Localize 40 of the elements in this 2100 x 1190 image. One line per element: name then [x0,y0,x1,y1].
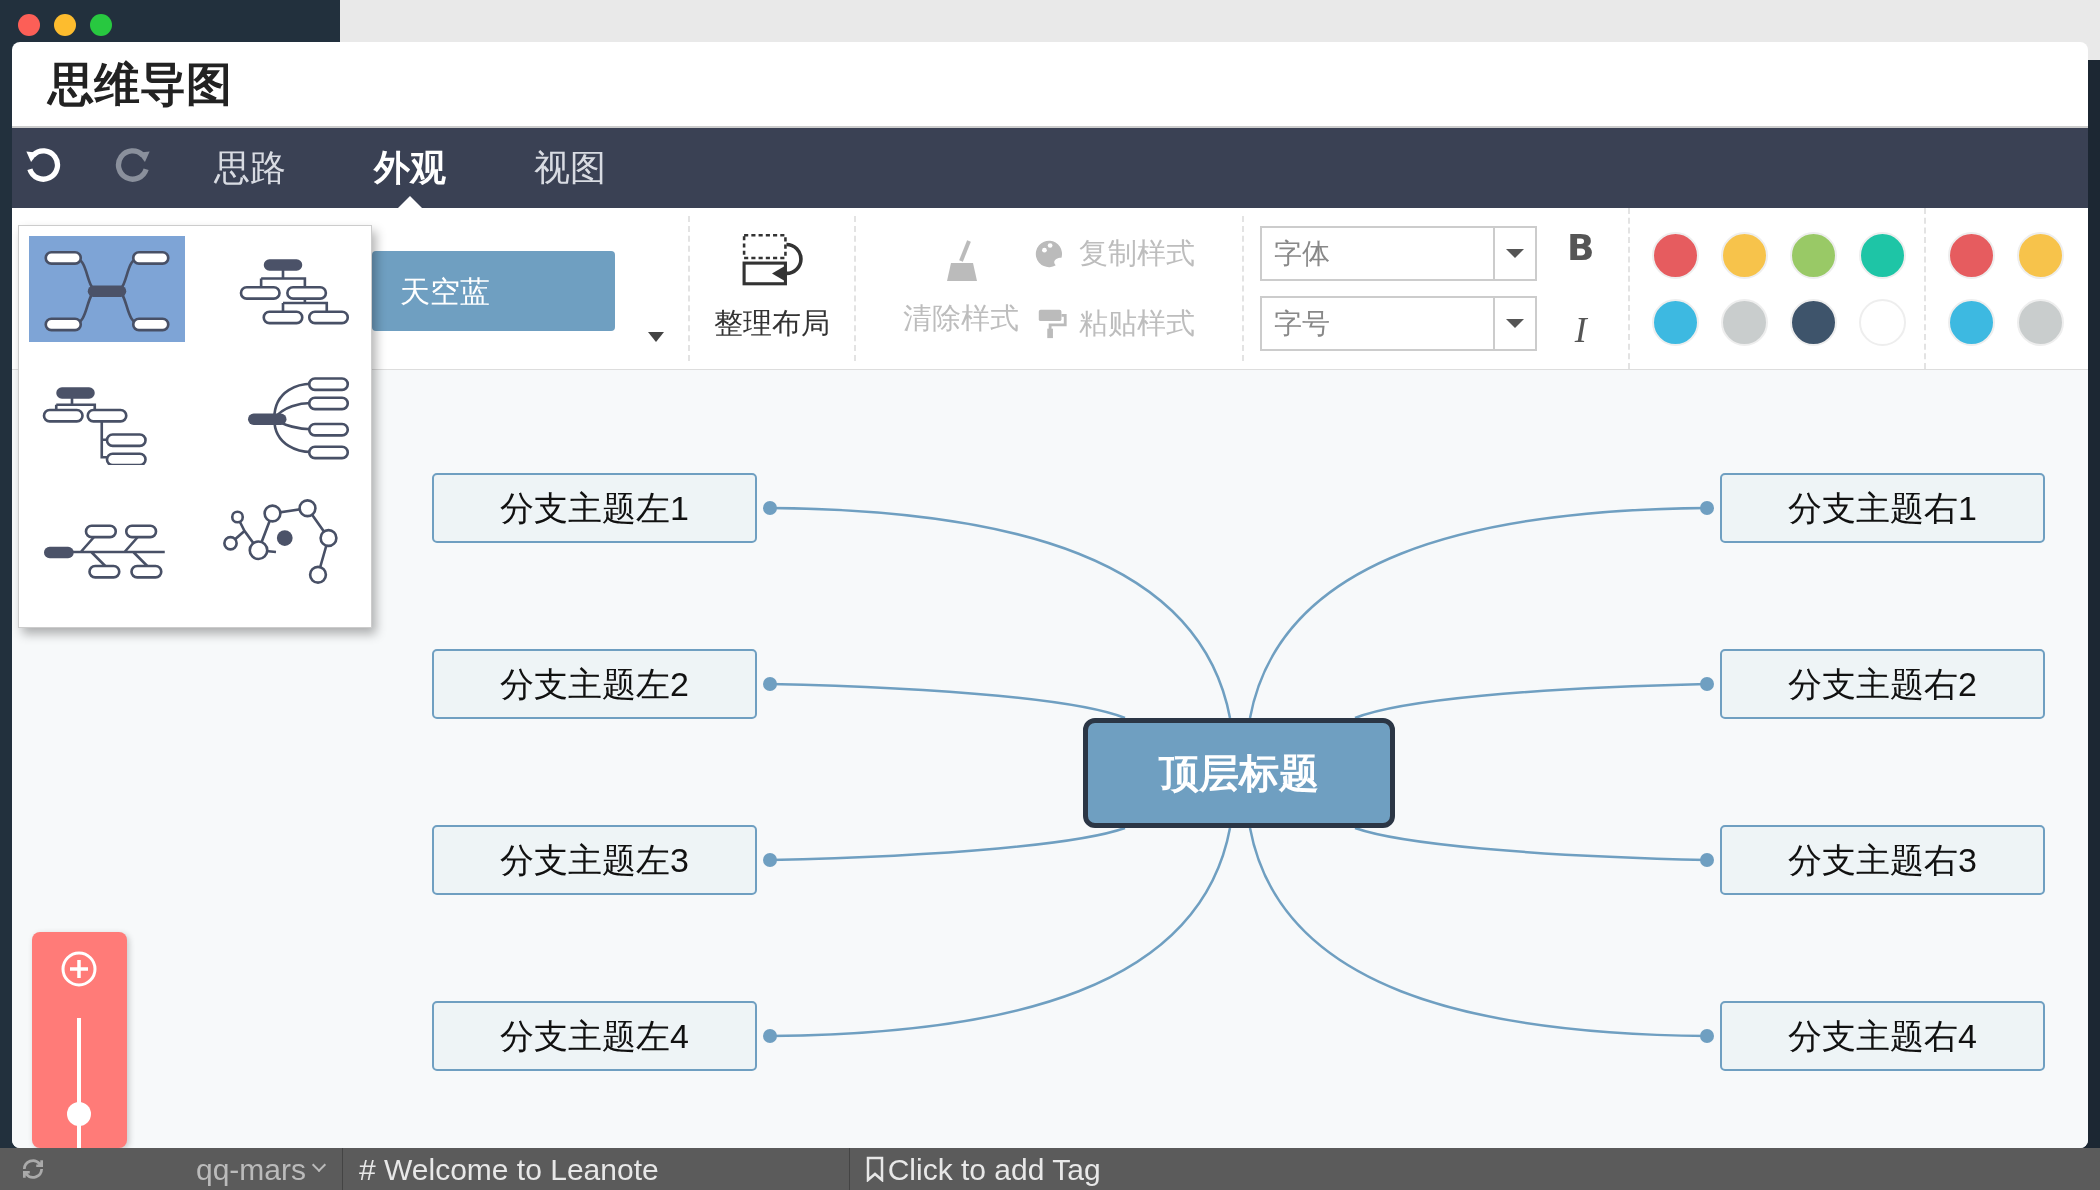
color-swatch[interactable] [2017,231,2064,279]
font-select[interactable]: 字号 [1260,296,1537,351]
color-swatch[interactable] [1790,231,1837,279]
topic-node[interactable]: 分支主题右4 [1720,1001,2045,1071]
topic-node[interactable]: 分支主题右2 [1720,649,2045,719]
color-swatch[interactable] [1948,298,1995,346]
layout-arrange-icon [741,231,803,288]
font-select[interactable]: 字体 [1260,226,1537,281]
color-swatch[interactable] [1652,231,1699,279]
color-swatch[interactable] [2017,298,2064,346]
note-title[interactable]: # Welcome to Leanote [359,1146,659,1190]
layout-option[interactable] [29,236,185,342]
color-swatch[interactable] [1721,231,1768,279]
topic-node[interactable]: 分支主题左2 [432,649,757,719]
topic-node[interactable]: 分支主题左3 [432,825,757,895]
topic-node[interactable]: 分支主题右3 [1720,825,2045,895]
dropdown-caret-icon[interactable] [648,332,664,342]
add-tag-link[interactable]: Click to add Tag [887,1146,1101,1190]
zoom-in-icon[interactable] [60,950,98,988]
topic-node[interactable]: 分支主题左4 [432,1001,757,1071]
color-swatch[interactable] [1652,298,1699,346]
bookmark-icon [865,1156,884,1182]
arrange-layout-button[interactable]: 整理布局 [714,231,830,346]
tab[interactable]: 思路 [214,128,286,208]
account-name[interactable]: qq-mars [196,1146,307,1190]
italic-button[interactable]: I [1574,302,1587,357]
window-title: 思维导图 [48,56,232,112]
sync-icon[interactable] [20,1156,46,1182]
color-swatch[interactable] [1859,231,1906,279]
caret-icon [1506,249,1524,258]
zoom-slider[interactable] [67,1018,91,1148]
bold-button[interactable]: B [1567,220,1595,275]
caret-icon [1506,319,1524,328]
topic-node[interactable]: 分支主题右1 [1720,473,2045,543]
zoom-slider-thumb[interactable] [67,1102,91,1127]
color-swatch[interactable] [1721,298,1768,346]
topic-node[interactable]: 分支主题左1 [432,473,757,543]
color-swatch[interactable] [1790,298,1837,346]
tab[interactable]: 视图 [534,128,606,208]
color-swatch[interactable] [1948,231,1995,279]
